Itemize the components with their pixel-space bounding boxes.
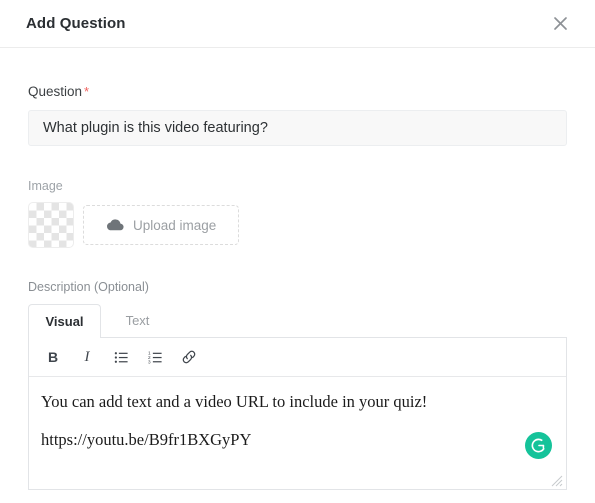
resize-grip-icon[interactable] xyxy=(551,474,563,487)
image-label: Image xyxy=(28,179,63,193)
editor-box: B I 1 2 3 You can add text and a video U… xyxy=(28,337,567,490)
bold-icon[interactable]: B xyxy=(39,343,67,371)
required-asterisk: * xyxy=(84,84,90,99)
description-editor: Visual Text B I 1 2 3 You can add text a… xyxy=(28,303,567,490)
image-section: Image Upload image xyxy=(28,179,567,248)
unordered-list-icon[interactable] xyxy=(107,343,135,371)
editor-tabs: Visual Text xyxy=(28,303,567,338)
svg-text:3: 3 xyxy=(148,359,151,364)
image-thumbnail-placeholder[interactable] xyxy=(28,202,74,248)
description-section: Description (Optional) Visual Text B I 1… xyxy=(28,280,567,490)
page-title: Add Question xyxy=(26,15,126,32)
cloud-upload-icon xyxy=(106,218,124,232)
modal-header: Add Question xyxy=(0,0,595,48)
upload-image-button[interactable]: Upload image xyxy=(83,205,240,245)
question-input[interactable] xyxy=(28,110,567,146)
description-label: Description (Optional) xyxy=(28,280,149,294)
editor-content[interactable]: You can add text and a video URL to incl… xyxy=(29,377,566,489)
upload-image-label: Upload image xyxy=(133,217,217,233)
modal-body: Question* Image Upload image Description… xyxy=(0,48,595,490)
question-field-block: Question * xyxy=(28,48,567,146)
italic-icon[interactable]: I xyxy=(73,343,101,371)
editor-toolbar: B I 1 2 3 xyxy=(29,338,566,377)
editor-paragraph: You can add text and a video URL to incl… xyxy=(41,392,428,411)
editor-paragraph: https://youtu.be/B9fr1BXGyPY xyxy=(41,430,252,450)
tab-visual[interactable]: Visual xyxy=(28,304,101,338)
ordered-list-icon[interactable]: 1 2 3 xyxy=(141,343,169,371)
image-row: Upload image xyxy=(28,202,567,248)
question-label: Question * xyxy=(28,84,567,99)
link-icon[interactable] xyxy=(175,343,203,371)
grammarly-icon[interactable] xyxy=(525,432,552,459)
close-button[interactable] xyxy=(547,11,573,37)
question-label-text: Question xyxy=(28,84,83,99)
close-icon xyxy=(553,16,568,31)
tab-text[interactable]: Text xyxy=(101,303,174,337)
